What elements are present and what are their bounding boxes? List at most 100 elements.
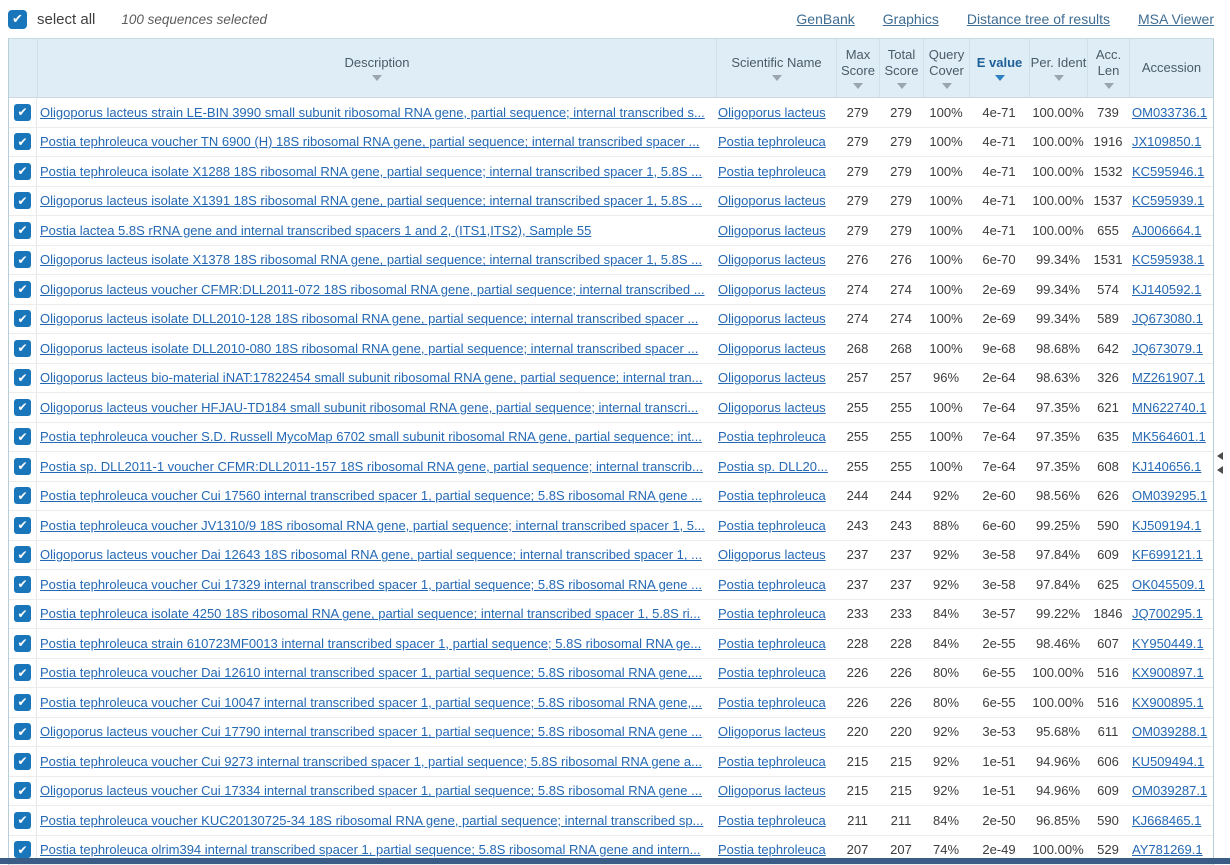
row-checkbox[interactable]: ✔ xyxy=(14,841,31,858)
accession-link[interactable]: KJ668465.1 xyxy=(1132,813,1201,828)
row-checkbox[interactable]: ✔ xyxy=(14,163,31,180)
scientific-name-link[interactable]: Postia tephroleuca xyxy=(718,665,826,680)
accession-link[interactable]: OM039295.1 xyxy=(1132,488,1207,503)
description-link[interactable]: Postia lactea 5.8S rRNA gene and interna… xyxy=(40,223,591,238)
row-checkbox[interactable]: ✔ xyxy=(14,694,31,711)
scientific-name-link[interactable]: Oligoporus lacteus xyxy=(718,547,826,562)
scientific-name-link[interactable]: Postia tephroleuca xyxy=(718,164,826,179)
link-distance-tree-of-results[interactable]: Distance tree of results xyxy=(967,11,1110,27)
accession-link[interactable]: JQ673079.1 xyxy=(1132,341,1203,356)
description-link[interactable]: Oligoporus lacteus isolate X1391 18S rib… xyxy=(40,193,702,208)
accession-link[interactable]: OM039287.1 xyxy=(1132,783,1207,798)
description-link[interactable]: Oligoporus lacteus voucher CFMR:DLL2011-… xyxy=(40,282,705,297)
column-header-per-ident[interactable]: Per. Ident xyxy=(1029,39,1087,97)
scientific-name-link[interactable]: Postia tephroleuca xyxy=(718,842,826,857)
accession-link[interactable]: MK564601.1 xyxy=(1132,429,1206,444)
row-checkbox[interactable]: ✔ xyxy=(14,546,31,563)
scientific-name-link[interactable]: Postia tephroleuca xyxy=(718,518,826,533)
select-all-label[interactable]: select all xyxy=(37,11,95,28)
scientific-name-link[interactable]: Oligoporus lacteus xyxy=(718,400,826,415)
column-header-max-score[interactable]: Max Score xyxy=(836,39,879,97)
accession-link[interactable]: KC595938.1 xyxy=(1132,252,1204,267)
scientific-name-link[interactable]: Oligoporus lacteus xyxy=(718,252,826,267)
row-checkbox[interactable]: ✔ xyxy=(14,428,31,445)
accession-link[interactable]: KX900895.1 xyxy=(1132,695,1204,710)
description-link[interactable]: Postia tephroleuca voucher Dai 12610 int… xyxy=(40,665,702,680)
column-header-acc-len[interactable]: Acc. Len xyxy=(1087,39,1129,97)
row-checkbox[interactable]: ✔ xyxy=(14,251,31,268)
description-link[interactable]: Postia tephroleuca voucher S.D. Russell … xyxy=(40,429,702,444)
accession-link[interactable]: MN622740.1 xyxy=(1132,400,1206,415)
column-header-e-value[interactable]: E value xyxy=(969,39,1029,97)
scientific-name-link[interactable]: Postia tephroleuca xyxy=(718,636,826,651)
row-checkbox[interactable]: ✔ xyxy=(14,812,31,829)
accession-link[interactable]: OM033736.1 xyxy=(1132,105,1207,120)
accession-link[interactable]: JX109850.1 xyxy=(1132,134,1201,149)
row-checkbox[interactable]: ✔ xyxy=(14,133,31,150)
row-checkbox[interactable]: ✔ xyxy=(14,369,31,386)
description-link[interactable]: Postia tephroleuca voucher Cui 17560 int… xyxy=(40,488,702,503)
scientific-name-link[interactable]: Postia tephroleuca xyxy=(718,134,826,149)
scientific-name-link[interactable]: Oligoporus lacteus xyxy=(718,311,826,326)
scientific-name-link[interactable]: Postia tephroleuca xyxy=(718,813,826,828)
column-header-scientific-name[interactable]: Scientific Name xyxy=(716,39,836,97)
description-link[interactable]: Postia tephroleuca voucher TN 6900 (H) 1… xyxy=(40,134,700,149)
row-checkbox[interactable]: ✔ xyxy=(14,310,31,327)
scientific-name-link[interactable]: Postia sp. DLL20... xyxy=(718,459,828,474)
scientific-name-link[interactable]: Oligoporus lacteus xyxy=(718,341,826,356)
row-checkbox[interactable]: ✔ xyxy=(14,723,31,740)
description-link[interactable]: Postia tephroleuca voucher Cui 17329 int… xyxy=(40,577,702,592)
accession-link[interactable]: MZ261907.1 xyxy=(1132,370,1205,385)
row-checkbox[interactable]: ✔ xyxy=(14,399,31,416)
accession-link[interactable]: JQ673080.1 xyxy=(1132,311,1203,326)
description-link[interactable]: Postia tephroleuca strain 610723MF0013 i… xyxy=(40,636,701,651)
scientific-name-link[interactable]: Oligoporus lacteus xyxy=(718,370,826,385)
accession-link[interactable]: KU509494.1 xyxy=(1132,754,1204,769)
scientific-name-link[interactable]: Oligoporus lacteus xyxy=(718,223,826,238)
description-link[interactable]: Postia tephroleuca voucher Cui 10047 int… xyxy=(40,695,702,710)
description-link[interactable]: Oligoporus lacteus voucher Dai 12643 18S… xyxy=(40,547,702,562)
scientific-name-link[interactable]: Oligoporus lacteus xyxy=(718,282,826,297)
description-link[interactable]: Oligoporus lacteus voucher Cui 17790 int… xyxy=(40,724,702,739)
row-checkbox[interactable]: ✔ xyxy=(14,222,31,239)
row-checkbox[interactable]: ✔ xyxy=(14,458,31,475)
scientific-name-link[interactable]: Oligoporus lacteus xyxy=(718,105,826,120)
description-link[interactable]: Oligoporus lacteus bio-material iNAT:178… xyxy=(40,370,702,385)
accession-link[interactable]: OM039288.1 xyxy=(1132,724,1207,739)
select-all-checkbox[interactable]: ✔ xyxy=(8,10,27,29)
link-msa-viewer[interactable]: MSA Viewer xyxy=(1138,11,1214,27)
accession-link[interactable]: KC595946.1 xyxy=(1132,164,1204,179)
row-checkbox[interactable]: ✔ xyxy=(14,104,31,121)
description-link[interactable]: Postia tephroleuca isolate X1288 18S rib… xyxy=(40,164,702,179)
description-link[interactable]: Postia tephroleuca voucher KUC20130725-3… xyxy=(40,813,703,828)
accession-link[interactable]: AJ006664.1 xyxy=(1132,223,1201,238)
accession-link[interactable]: OK045509.1 xyxy=(1132,577,1205,592)
row-checkbox[interactable]: ✔ xyxy=(14,487,31,504)
column-header-total-score[interactable]: Total Score xyxy=(879,39,923,97)
link-graphics[interactable]: Graphics xyxy=(883,11,939,27)
description-link[interactable]: Oligoporus lacteus strain LE-BIN 3990 sm… xyxy=(40,105,705,120)
accession-link[interactable]: KY950449.1 xyxy=(1132,636,1204,651)
row-checkbox[interactable]: ✔ xyxy=(14,605,31,622)
accession-link[interactable]: KJ140656.1 xyxy=(1132,459,1201,474)
accession-link[interactable]: KC595939.1 xyxy=(1132,193,1204,208)
description-link[interactable]: Postia tephroleuca voucher JV1310/9 18S … xyxy=(40,518,705,533)
accession-link[interactable]: KF699121.1 xyxy=(1132,547,1203,562)
horizontal-scroll-arrows[interactable] xyxy=(1217,452,1223,474)
scientific-name-link[interactable]: Postia tephroleuca xyxy=(718,488,826,503)
row-checkbox[interactable]: ✔ xyxy=(14,517,31,534)
description-link[interactable]: Postia sp. DLL2011-1 voucher CFMR:DLL201… xyxy=(40,459,703,474)
row-checkbox[interactable]: ✔ xyxy=(14,635,31,652)
scientific-name-link[interactable]: Oligoporus lacteus xyxy=(718,193,826,208)
column-header-description[interactable]: Description xyxy=(37,39,716,97)
description-link[interactable]: Oligoporus lacteus voucher HFJAU-TD184 s… xyxy=(40,400,698,415)
description-link[interactable]: Postia tephroleuca isolate 4250 18S ribo… xyxy=(40,606,701,621)
scientific-name-link[interactable]: Postia tephroleuca xyxy=(718,606,826,621)
row-checkbox[interactable]: ✔ xyxy=(14,281,31,298)
scientific-name-link[interactable]: Postia tephroleuca xyxy=(718,695,826,710)
accession-link[interactable]: KJ509194.1 xyxy=(1132,518,1201,533)
scientific-name-link[interactable]: Oligoporus lacteus xyxy=(718,724,826,739)
row-checkbox[interactable]: ✔ xyxy=(14,782,31,799)
scientific-name-link[interactable]: Postia tephroleuca xyxy=(718,429,826,444)
accession-link[interactable]: KX900897.1 xyxy=(1132,665,1204,680)
